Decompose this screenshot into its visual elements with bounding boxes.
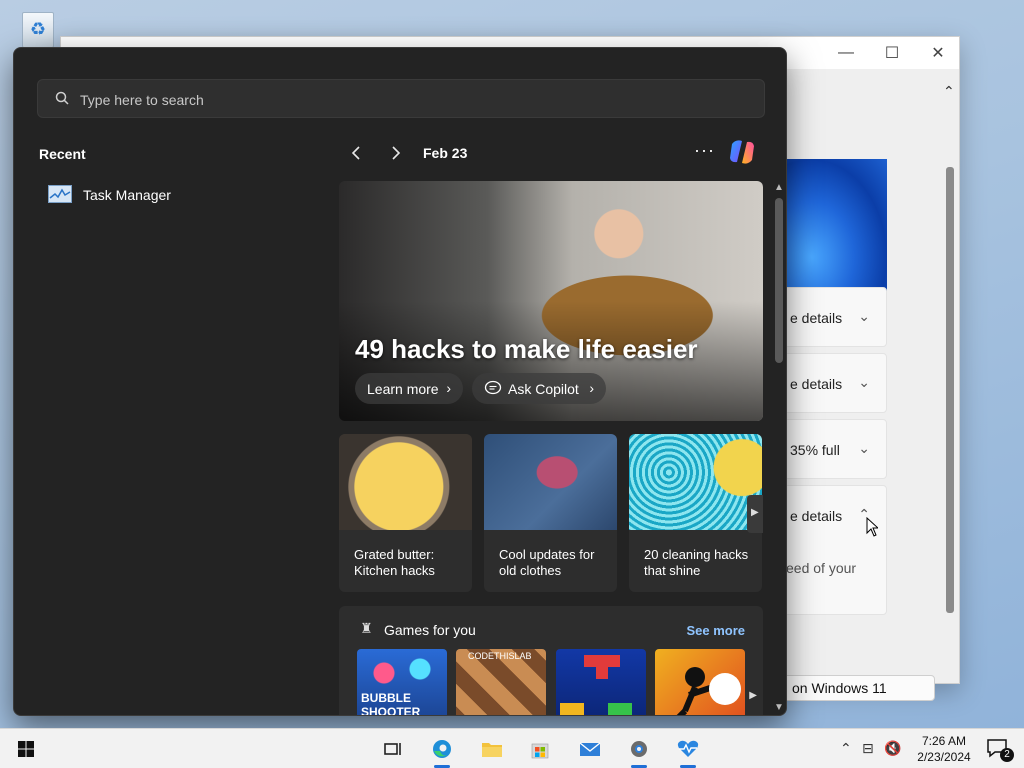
game-tile[interactable]: BUBBLE SHOOTER — [357, 649, 447, 716]
ask-copilot-button[interactable]: Ask Copilot › — [472, 373, 606, 404]
start-menu: Type here to search Recent Task Manager … — [13, 47, 787, 716]
close-button[interactable]: ✕ — [915, 37, 961, 69]
scroll-thumb[interactable] — [946, 167, 954, 613]
triangle-right-icon: ▶ — [751, 507, 759, 518]
recent-item-label: Task Manager — [83, 187, 171, 203]
game-tile[interactable] — [556, 649, 646, 715]
chevron-right-icon: › — [589, 380, 594, 396]
games-title: Games for you — [384, 622, 476, 638]
taskbar: ⌃ ⊟ 🔇 7:26 AM 2/23/2024 2 — [0, 728, 1024, 768]
task-view-icon — [384, 743, 401, 755]
scroll-thumb[interactable] — [775, 198, 783, 363]
triangle-up-icon[interactable]: ▲ — [774, 182, 784, 193]
windows-logo-icon — [18, 741, 34, 757]
triangle-down-icon[interactable]: ▼ — [774, 702, 784, 713]
task-view-button[interactable] — [372, 733, 412, 765]
ask-copilot-label: Ask Copilot — [508, 381, 579, 397]
game-tile-label: BUBBLE SHOOTER — [361, 691, 421, 716]
row-label: e details — [790, 310, 843, 326]
minimize-button[interactable]: — — [823, 37, 869, 69]
clock-date: 2/23/2024 — [917, 750, 971, 764]
chevron-down-icon: ⌄ — [858, 440, 870, 456]
feed-date: Feb 23 — [423, 145, 468, 161]
settings-button[interactable] — [619, 733, 659, 768]
games-section: ♜ Games for you See more BUBBLE SHOOTER … — [339, 606, 763, 716]
system-tray: ⌃ ⊟ 🔇 7:26 AM 2/23/2024 2 — [824, 729, 1024, 768]
chess-icon: ♜ — [360, 620, 373, 636]
recycle-bin-icon[interactable] — [18, 8, 58, 48]
mail-icon — [579, 742, 601, 756]
hero-headline[interactable]: 49 hacks to make life easier — [355, 334, 698, 365]
notification-button[interactable]: 2 — [986, 738, 1014, 762]
game-tile[interactable] — [655, 649, 745, 715]
network-icon[interactable]: ⊟ — [862, 740, 874, 757]
search-icon — [55, 91, 69, 105]
news-card[interactable]: 20 cleaning hacks that shine — [629, 434, 762, 592]
start-button[interactable] — [6, 733, 46, 765]
store-icon — [531, 743, 549, 759]
card-image — [339, 434, 472, 530]
recent-item-task-manager[interactable]: Task Manager — [46, 182, 306, 208]
notification-badge: 2 — [1000, 748, 1014, 762]
see-more-link[interactable]: See more — [686, 623, 745, 638]
card-title: 20 cleaning hacks that shine — [644, 547, 749, 578]
learn-more-button[interactable]: Learn more › — [355, 373, 463, 404]
file-explorer-button[interactable] — [472, 733, 512, 765]
maximize-button[interactable]: ☐ — [869, 37, 915, 69]
mouse-cursor-icon — [866, 517, 878, 537]
hero-card[interactable]: 49 hacks to make life easier Learn more … — [339, 181, 763, 421]
clock-time: 7:26 AM — [921, 734, 967, 748]
row-subtext: eed of your — [786, 560, 857, 576]
search-box[interactable]: Type here to search — [37, 79, 765, 118]
settings-icon — [631, 741, 647, 757]
chevron-down-icon: ⌄ — [858, 308, 870, 324]
chevron-up-icon[interactable]: ⌃ — [840, 740, 852, 757]
recent-heading: Recent — [39, 146, 86, 162]
news-card[interactable]: Grated butter: Kitchen hacks — [339, 434, 472, 592]
more-options-button[interactable]: ··· — [694, 140, 715, 161]
chevron-right-icon: › — [446, 380, 451, 396]
card-image — [484, 434, 617, 530]
copilot-icon[interactable] — [726, 136, 758, 168]
windows11-button[interactable]: on Windows 11 — [781, 675, 935, 701]
health-button[interactable] — [668, 733, 708, 768]
health-icon — [677, 740, 699, 757]
card-image — [629, 434, 762, 530]
chevron-down-icon: ⌄ — [858, 374, 870, 390]
task-manager-icon — [48, 185, 72, 203]
chevron-up-icon: ⌃ — [943, 83, 955, 99]
store-button[interactable] — [520, 733, 560, 765]
game-tile-label: CODETHISLAB — [468, 651, 532, 661]
game-tile[interactable]: CODETHISLAB — [456, 649, 546, 715]
card-title: Cool updates for old clothes — [499, 547, 595, 578]
row-label: e details — [790, 508, 843, 524]
carousel-next-button[interactable]: ▶ — [747, 495, 763, 533]
news-card[interactable]: Cool updates for old clothes — [484, 434, 617, 592]
learn-more-label: Learn more — [367, 381, 439, 397]
volume-muted-icon[interactable]: 🔇 — [884, 740, 901, 757]
clock[interactable]: 7:26 AM 2/23/2024 — [906, 733, 982, 765]
stickman-graphic — [676, 667, 741, 715]
search-placeholder: Type here to search — [80, 92, 204, 108]
edge-icon — [433, 740, 451, 758]
triangle-right-icon[interactable]: ▶ — [749, 690, 757, 701]
chevron-right-icon[interactable] — [386, 143, 406, 163]
settings-scrollbar[interactable]: ⌃ — [943, 77, 957, 623]
row-label: e details — [790, 376, 843, 392]
file-explorer-icon — [482, 743, 502, 757]
chat-icon — [484, 380, 502, 395]
edge-button[interactable] — [422, 733, 462, 768]
mail-button[interactable] — [570, 733, 610, 765]
block-puzzle-graphic — [560, 655, 632, 715]
feed-scrollbar[interactable]: ▲ ▼ — [772, 182, 786, 715]
row-label: 35% full — [790, 442, 840, 458]
chevron-left-icon[interactable] — [346, 143, 366, 163]
card-title: Grated butter: Kitchen hacks — [354, 547, 435, 578]
